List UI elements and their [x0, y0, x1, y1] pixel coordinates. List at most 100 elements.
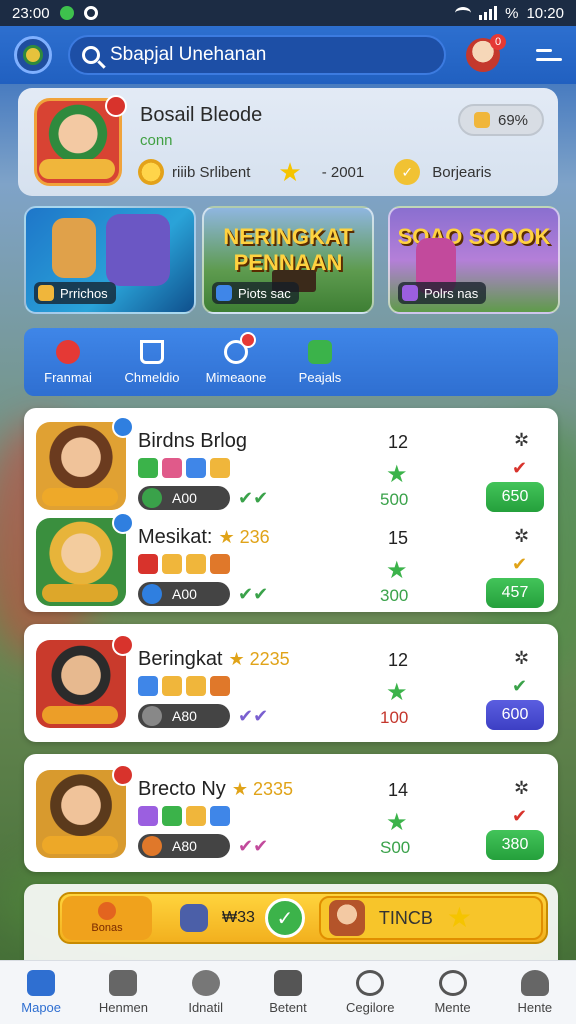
table-row[interactable]: Beringkat ★ 2235 A80 ✔✔ 12 ★ 100 ✲ ✔ 600 [24, 632, 558, 730]
table-row[interactable]: Birdns Brlog A00 ✔✔ 12 ★ 500 ✲ ✔ 650 [24, 414, 558, 512]
score-value: - 2001 [321, 163, 365, 181]
banner-tag: Piots sac [212, 282, 299, 304]
row-level: 15 [388, 528, 409, 548]
nav-item-4[interactable]: Betent [248, 970, 328, 1015]
row-level: 12 [388, 650, 409, 670]
coin-icon [138, 159, 164, 185]
table-row[interactable]: Brecto Ny ★ 2335 A80 ✔✔ 14 ★ S00 ✲ ✔ 380 [24, 762, 558, 860]
coin-icon [473, 112, 490, 128]
banner-3[interactable]: SOAO SOOOK Polrs nas [388, 206, 560, 314]
row-name: Birdns Brlog [138, 430, 247, 452]
quick-item-3[interactable]: Mimeaone [206, 331, 266, 385]
menu-icon[interactable] [536, 49, 562, 61]
double-check-icon: ✔✔ [238, 836, 269, 856]
row-action-button[interactable]: 650 [486, 482, 544, 512]
row-action-button[interactable]: 457 [486, 578, 544, 608]
row-action-button[interactable]: 600 [486, 700, 544, 730]
close-icon[interactable] [112, 416, 134, 438]
double-check-icon: ✔✔ [238, 584, 269, 604]
gem-row [138, 458, 230, 478]
row-level: 14 [388, 780, 409, 800]
coin-pill[interactable]: A80 [138, 704, 230, 728]
nav-item-2[interactable]: Henmen [83, 970, 163, 1015]
message-check-icon [356, 970, 385, 996]
search-icon [82, 46, 100, 64]
app-notification-icon [59, 6, 74, 20]
gem-row [138, 806, 230, 826]
row-rating: ★ 236 [218, 527, 270, 547]
close-icon[interactable] [112, 764, 134, 786]
row-name: Mesikat: ★ 236 [138, 526, 270, 548]
star-icon: ★ [386, 557, 408, 584]
star-icon: ★ [278, 157, 302, 187]
character-avatar [36, 634, 134, 728]
double-check-icon: ✔✔ [238, 488, 269, 508]
gem-row [138, 676, 230, 696]
nav-item-7[interactable]: Hente [495, 970, 575, 1015]
coin-pill[interactable]: A00 [138, 582, 230, 606]
battery-indicator: % [505, 4, 519, 22]
user-avatar[interactable]: 0 [466, 34, 506, 72]
character-icon [180, 904, 208, 932]
chat-icon [273, 970, 302, 996]
profile-name: Bosail Bleode [140, 104, 263, 126]
nav-item-6[interactable]: Mente [413, 970, 493, 1015]
list-card: Beringkat ★ 2235 A80 ✔✔ 12 ★ 100 ✲ ✔ 600 [24, 624, 558, 742]
hero-avatar[interactable] [34, 95, 127, 186]
row-level: 12 [388, 432, 409, 452]
app-logo[interactable] [14, 36, 52, 74]
search-person-icon [438, 970, 467, 996]
heart-check-icon: ✔ [512, 806, 528, 826]
quick-item-1[interactable]: Franmai [38, 339, 98, 385]
promo-mid: ₩33 [180, 904, 255, 932]
banner-headline: SOAO SOOOK [397, 224, 551, 249]
row-action-button[interactable]: 380 [486, 830, 544, 860]
close-icon[interactable] [112, 512, 134, 534]
bottom-nav: Mapoe Henmen Idnatil Betent Cegilore Men… [0, 960, 576, 1024]
person-icon [520, 970, 549, 996]
level-chip [39, 159, 115, 179]
search-text: Sbapjal Unehanan [110, 44, 267, 65]
wifi-icon [455, 7, 472, 19]
bonus-button[interactable]: Bonas [62, 896, 152, 940]
promo-value: ₩33 [222, 909, 255, 926]
search-input[interactable]: Sbapjal Unehanan [68, 35, 446, 75]
quick-item-2[interactable]: Chmeldio [122, 339, 182, 385]
badge-icon [38, 285, 54, 301]
profile-subtitle: conn [140, 132, 173, 149]
check-icon [142, 584, 162, 604]
close-icon[interactable] [105, 95, 127, 117]
banner-1[interactable]: Prrichos [24, 206, 196, 314]
table-row[interactable]: Mesikat: ★ 236 A00 ✔✔ 15 ★ 300 ✲ ✔ 457 [24, 510, 558, 608]
row-rating: ★ 2335 [231, 779, 293, 799]
coin-pill[interactable]: A80 [138, 834, 230, 858]
banner-tag: Polrs nas [398, 282, 487, 304]
list-card: Brecto Ny ★ 2335 A80 ✔✔ 14 ★ S00 ✲ ✔ 380 [24, 754, 558, 872]
close-icon[interactable] [112, 634, 134, 656]
profile-card: Bosail Bleode conn 69% riiib Srlibent ★ … [18, 88, 558, 196]
heart-check-icon: ✔ [512, 458, 528, 478]
character-avatar [36, 512, 134, 606]
bonus-icon [98, 902, 116, 920]
star-icon: ★ [386, 461, 408, 488]
home-icon [140, 339, 164, 364]
coin-pill[interactable]: A00 [138, 486, 230, 510]
confirm-button[interactable]: ✓ [264, 898, 305, 938]
nav-item-1[interactable]: Mapoe [1, 970, 81, 1015]
nav-item-5[interactable]: Cegilore [330, 970, 410, 1015]
nav-item-3[interactable]: Idnatil [166, 970, 246, 1015]
sparkle-icon: ✲ [514, 526, 530, 546]
star-icon: ★ [446, 902, 473, 933]
check-icon [142, 488, 162, 508]
status-time-right: 10:20 [526, 4, 564, 22]
face-icon [191, 970, 220, 996]
gem-row [138, 554, 230, 574]
promo-card[interactable]: TINCB ★ [318, 896, 543, 940]
house-outline-icon [109, 970, 138, 996]
quick-item-4[interactable]: Peajals [290, 339, 350, 385]
percent-pill[interactable]: 69% [458, 104, 544, 136]
check-icon [142, 706, 162, 726]
extra-label: Borjearis [432, 163, 492, 181]
banner-tag: Prrichos [34, 282, 116, 304]
banner-2[interactable]: NERINGKAT PENNAAN Piots sac [202, 206, 374, 314]
